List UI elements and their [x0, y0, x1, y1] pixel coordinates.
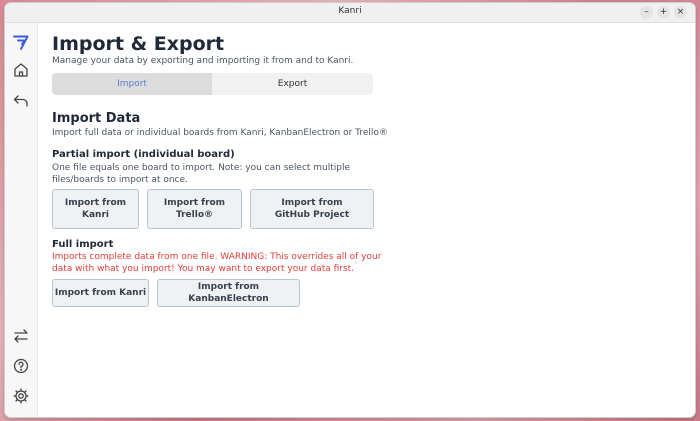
button-label: Import from Kanri — [64, 198, 127, 220]
button-label: Import from Trello® — [163, 198, 226, 220]
import-from-github-project-button[interactable]: Import from GitHub Project — [250, 189, 374, 229]
import-data-description: Import full data or individual boards fr… — [52, 128, 388, 138]
import-from-kanri-full-button[interactable]: Import from Kanri — [52, 279, 149, 307]
window-title: Kanri — [338, 6, 362, 16]
swap-icon[interactable] — [12, 327, 30, 345]
maximize-button[interactable]: + — [657, 6, 670, 19]
back-icon[interactable] — [12, 91, 30, 109]
main-content: Import & Export Manage your data by expo… — [52, 23, 695, 417]
settings-icon[interactable] — [12, 387, 30, 405]
button-label: Import from GitHub Project — [274, 198, 350, 220]
page-title: Import & Export — [52, 33, 225, 55]
app-window: Kanri – + × Import & Export Manage your … — [5, 3, 695, 417]
tab-bar: Import Export — [52, 73, 373, 95]
tab-import[interactable]: Import — [52, 73, 212, 95]
partial-import-title: Partial import (individual board) — [52, 149, 235, 160]
close-button[interactable]: × — [674, 6, 687, 19]
import-from-kanbanelectron-button[interactable]: Import from KanbanElectron — [157, 279, 300, 307]
minimize-button[interactable]: – — [640, 6, 653, 19]
import-data-title: Import Data — [52, 111, 141, 126]
title-bar: Kanri – + × — [5, 3, 695, 23]
tab-export[interactable]: Export — [212, 73, 373, 95]
kanri-logo-icon[interactable] — [12, 33, 30, 51]
help-icon[interactable] — [12, 357, 30, 375]
home-icon[interactable] — [12, 61, 30, 79]
partial-import-description: One file equals one board to import. Not… — [52, 163, 351, 185]
import-from-trello-button[interactable]: Import from Trello® — [147, 189, 242, 229]
page-subtitle: Manage your data by exporting and import… — [52, 56, 354, 66]
sidebar — [5, 23, 38, 417]
full-import-title: Full import — [52, 239, 114, 250]
import-from-kanri-partial-button[interactable]: Import from Kanri — [52, 189, 139, 229]
full-import-warning: Imports complete data from one file. WAR… — [52, 252, 382, 274]
